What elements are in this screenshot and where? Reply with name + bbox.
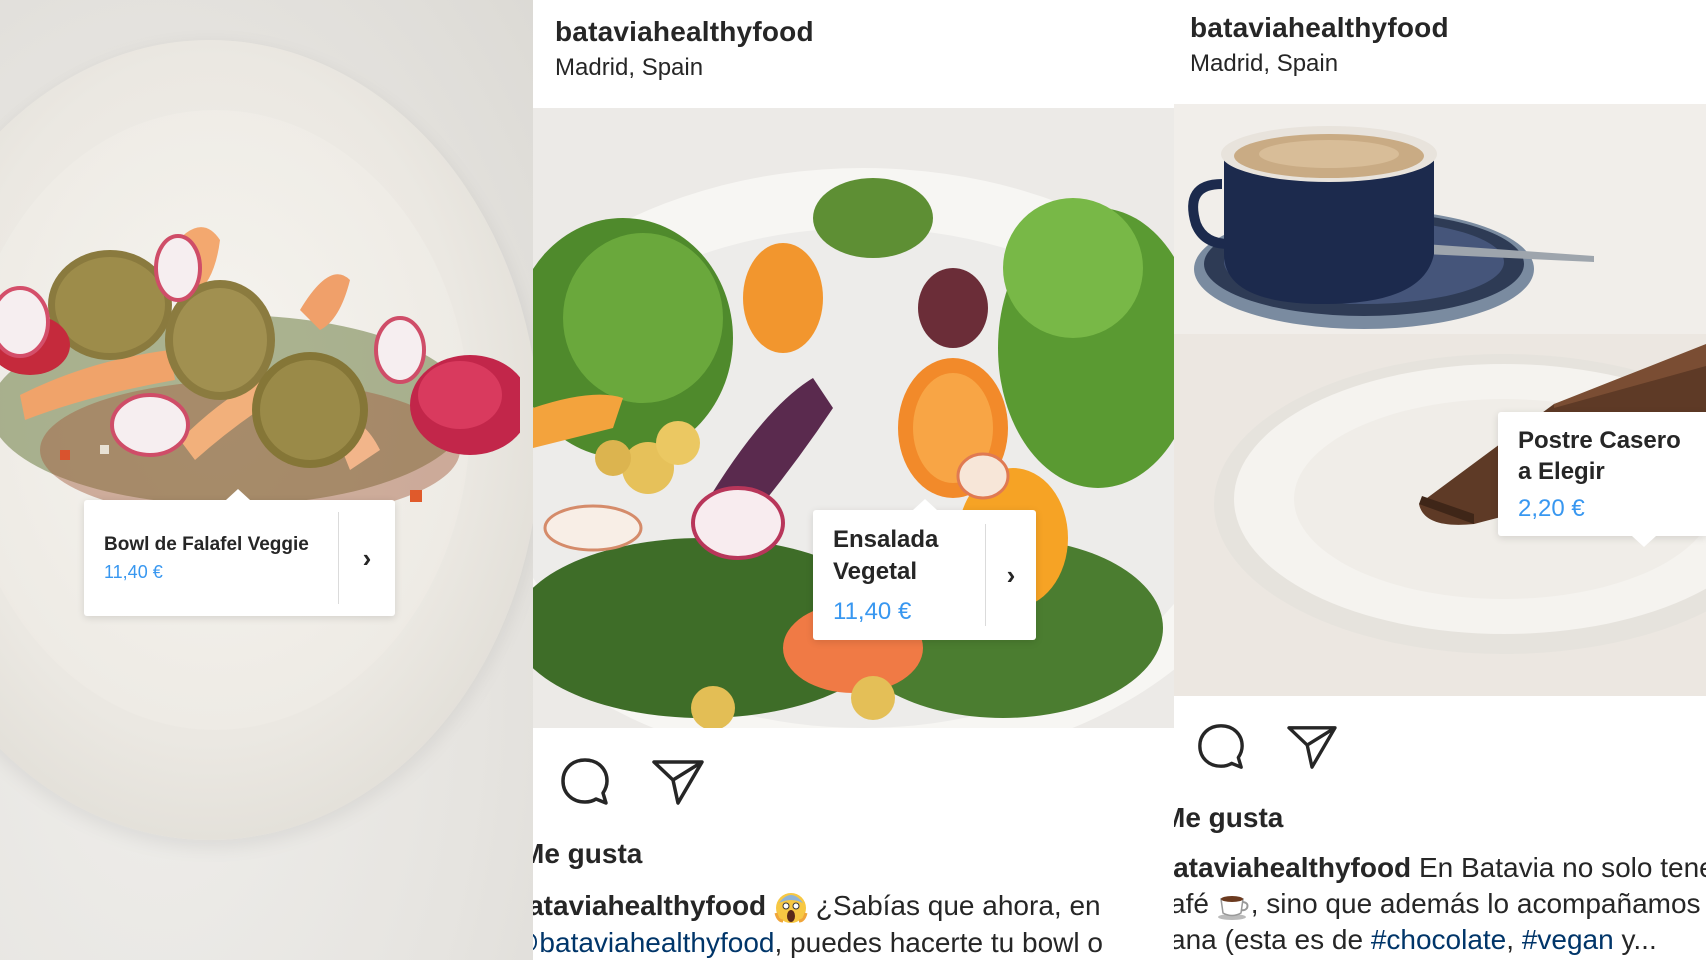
tag-pointer (226, 489, 250, 500)
caption-hashtag-chocolate[interactable]: #chocolate (1371, 924, 1506, 955)
caption-line3-end: y... (1613, 924, 1657, 955)
caption-line2-start: café (1174, 888, 1209, 919)
likes-count[interactable]: Me gusta (533, 838, 642, 870)
caption-line-2: @bataviahealthyfood, puedes hacerte tu b… (533, 925, 1103, 960)
product-tag-dessert[interactable]: Postre Casero a Elegir 2,20 € (1498, 412, 1706, 547)
comment-icon[interactable] (559, 756, 611, 808)
post-location[interactable]: Madrid, Spain (555, 54, 814, 82)
caption-hashtag-vegan[interactable]: #vegan (1522, 924, 1614, 955)
product-price: 2,20 € (1518, 495, 1585, 522)
post-location[interactable]: Madrid, Spain (1190, 50, 1449, 78)
tag-pointer (1632, 536, 1656, 547)
caption-text-1: ¿Sabías que ahora, en (807, 890, 1101, 921)
caption-line-1: bataviahealthyfood En Batavia no solo te… (1174, 850, 1706, 886)
product-name-line2: Vegetal (833, 558, 918, 585)
caption-line-2: café , sino que además lo acompañamos (1174, 886, 1706, 922)
coffee-cake-image (1174, 104, 1706, 696)
share-icon[interactable] (1286, 724, 1338, 770)
product-price: 11,40 € (104, 561, 163, 582)
post-panel-salad: bataviahealthyfood Madrid, Spain Ensalad… (533, 0, 1174, 960)
product-tag-falafel[interactable]: Bowl de Falafel Veggie 11,40 € › (84, 489, 395, 616)
caption-username[interactable]: bataviahealthyfood (1174, 852, 1411, 883)
chevron-right-icon[interactable]: › (985, 524, 1036, 626)
scream-emoji (774, 892, 808, 923)
product-price: 11,40 € (833, 598, 912, 625)
product-name: Bowl de Falafel Veggie (104, 533, 309, 555)
post-photo-coffee-dessert[interactable] (1174, 104, 1706, 696)
post-caption: bataviahealthyfood En Batavia no solo te… (1174, 850, 1706, 958)
product-name-line1: Postre Casero (1518, 427, 1681, 454)
caption-line-3: sana (esta es de #chocolate, #vegan y... (1174, 922, 1706, 958)
post-photo-falafel-bowl[interactable] (0, 0, 533, 960)
caption-line3-start: sana (esta es de (1174, 924, 1371, 955)
caption-username[interactable]: bataviahealthyfood (533, 890, 766, 921)
caption-text-2: , puedes hacerte tu bowl o (774, 926, 1103, 958)
caption-separator: , (1506, 924, 1522, 955)
post-header: bataviahealthyfood Madrid, Spain (555, 16, 814, 82)
coffee-emoji (1217, 895, 1249, 920)
product-name-line2: a Elegir (1518, 458, 1605, 485)
post-actions (559, 756, 705, 808)
tag-text: Postre Casero a Elegir 2,20 € (1498, 412, 1706, 536)
post-header: bataviahealthyfood Madrid, Spain (1190, 12, 1449, 78)
tag-pointer (913, 499, 937, 510)
product-name-line1: Ensalada (833, 526, 939, 553)
product-tag-salad[interactable]: Ensalada Vegetal 11,40 € › (813, 499, 1036, 640)
comment-icon[interactable] (1196, 722, 1246, 772)
likes-count[interactable]: Me gusta (1174, 802, 1283, 834)
tag-text: Bowl de Falafel Veggie 11,40 € (84, 500, 338, 616)
post-panel-dessert: bataviahealthyfood Madrid, Spain Postre … (1174, 0, 1706, 960)
caption-text-2: , sino que además lo acompañamos (1250, 888, 1701, 919)
post-panel-falafel: Bowl de Falafel Veggie 11,40 € › (0, 0, 533, 960)
caption-text-1: En Batavia no solo tenemos (1418, 852, 1706, 883)
post-caption: bataviahealthyfood ¿Sabías que ahora, en… (533, 888, 1103, 960)
tag-text: Ensalada Vegetal 11,40 € (813, 510, 985, 640)
chevron-right-icon[interactable]: › (338, 512, 395, 604)
post-username[interactable]: bataviahealthyfood (555, 16, 814, 48)
post-actions (1196, 722, 1338, 772)
share-icon[interactable] (651, 758, 705, 806)
caption-mention[interactable]: @bataviahealthyfood (533, 927, 775, 958)
post-username[interactable]: bataviahealthyfood (1190, 12, 1449, 44)
caption-line-1: bataviahealthyfood ¿Sabías que ahora, en (533, 888, 1103, 925)
